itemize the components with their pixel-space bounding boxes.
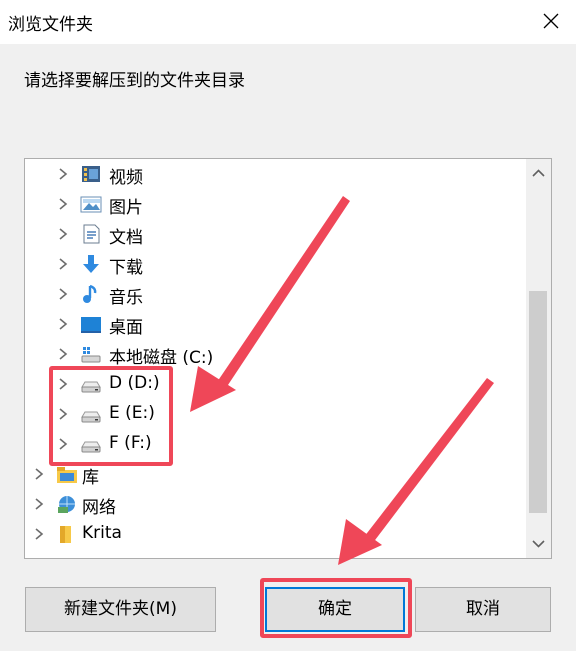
drive-icon: [81, 411, 101, 423]
tree-item[interactable]: 文档: [25, 219, 527, 249]
folder-tree[interactable]: 视频图片文档下载音乐桌面本地磁盘 (C:) D (D:) E (E:) F (F:) 库…: [24, 158, 552, 559]
chevron-right-icon[interactable]: [57, 228, 69, 240]
drive-icon: [81, 381, 101, 393]
chevron-right-icon[interactable]: [57, 318, 69, 330]
tree-item-label: Krita: [82, 523, 122, 543]
downloads-folder-icon: [83, 255, 99, 273]
tree-item-label: D (D:): [109, 373, 160, 393]
tree-item-label: E (E:): [109, 403, 155, 423]
tree-item[interactable]: 本地磁盘 (C:): [25, 339, 527, 369]
tree-item[interactable]: 图片: [25, 189, 527, 219]
chevron-right-icon[interactable]: [57, 198, 69, 210]
new-folder-button[interactable]: 新建文件夹(M): [25, 587, 216, 632]
tree-item-label: 下载: [109, 258, 143, 278]
chevron-right-icon[interactable]: [57, 378, 69, 390]
dialog-title: 浏览文件夹: [8, 15, 93, 35]
tree-item-label: 视频: [109, 168, 143, 188]
chevron-right-icon[interactable]: [57, 438, 69, 450]
tree-item[interactable]: 视频: [25, 159, 527, 189]
tree-item[interactable]: 库: [25, 459, 527, 489]
title-bar: 浏览文件夹: [0, 0, 576, 44]
drive-icon: [81, 441, 101, 453]
tree-item-label: 网络: [82, 498, 116, 518]
instruction-text: 请选择要解压到的文件夹目录: [24, 71, 245, 91]
cancel-button[interactable]: 取消: [415, 587, 551, 632]
chevron-right-icon[interactable]: [33, 468, 45, 480]
tree-item-label: 库: [82, 468, 99, 488]
music-folder-icon: [83, 284, 97, 303]
chevron-right-icon[interactable]: [57, 168, 69, 180]
tree-item-label: 音乐: [109, 288, 143, 308]
chevron-right-icon[interactable]: [57, 258, 69, 270]
scroll-up-button[interactable]: [526, 159, 551, 187]
vertical-scrollbar[interactable]: [526, 159, 551, 558]
chevron-right-icon[interactable]: [57, 408, 69, 420]
tree-item[interactable]: 网络: [25, 489, 527, 519]
tree-item-label: F (F:): [109, 433, 152, 453]
close-button[interactable]: [526, 0, 576, 44]
chevron-right-icon[interactable]: [33, 498, 45, 510]
pictures-folder-icon: [80, 196, 102, 213]
folder-icon: [60, 526, 71, 543]
tree-item[interactable]: F (F:): [25, 429, 527, 459]
tree-item[interactable]: E (E:): [25, 399, 527, 429]
close-icon: [543, 13, 559, 29]
video-folder-icon: [82, 166, 100, 182]
desktop-folder-icon: [81, 317, 101, 333]
tree-item-label: 文档: [109, 228, 143, 248]
folder-tree-list: 视频图片文档下载音乐桌面本地磁盘 (C:) D (D:) E (E:) F (F:) 库…: [25, 159, 527, 558]
tree-item-label: 本地磁盘 (C:): [109, 348, 214, 368]
chevron-right-icon[interactable]: [57, 288, 69, 300]
chevron-down-icon: [532, 540, 545, 548]
ok-button[interactable]: 确定: [265, 587, 405, 632]
tree-item-label: 桌面: [109, 318, 143, 338]
chevron-right-icon[interactable]: [33, 528, 45, 540]
tree-item[interactable]: 音乐: [25, 279, 527, 309]
documents-folder-icon: [83, 224, 100, 244]
network-icon: [58, 496, 75, 513]
chevron-right-icon[interactable]: [57, 348, 69, 360]
scroll-down-button[interactable]: [526, 530, 551, 558]
tree-item[interactable]: D (D:): [25, 369, 527, 399]
scroll-thumb[interactable]: [529, 291, 547, 513]
chevron-up-icon: [532, 169, 545, 177]
tree-item[interactable]: 桌面: [25, 309, 527, 339]
tree-item-label: 图片: [109, 198, 143, 218]
tree-item[interactable]: Krita: [25, 519, 527, 549]
libraries-icon: [57, 467, 77, 483]
tree-item[interactable]: 下载: [25, 249, 527, 279]
system-drive-icon: [81, 347, 101, 363]
